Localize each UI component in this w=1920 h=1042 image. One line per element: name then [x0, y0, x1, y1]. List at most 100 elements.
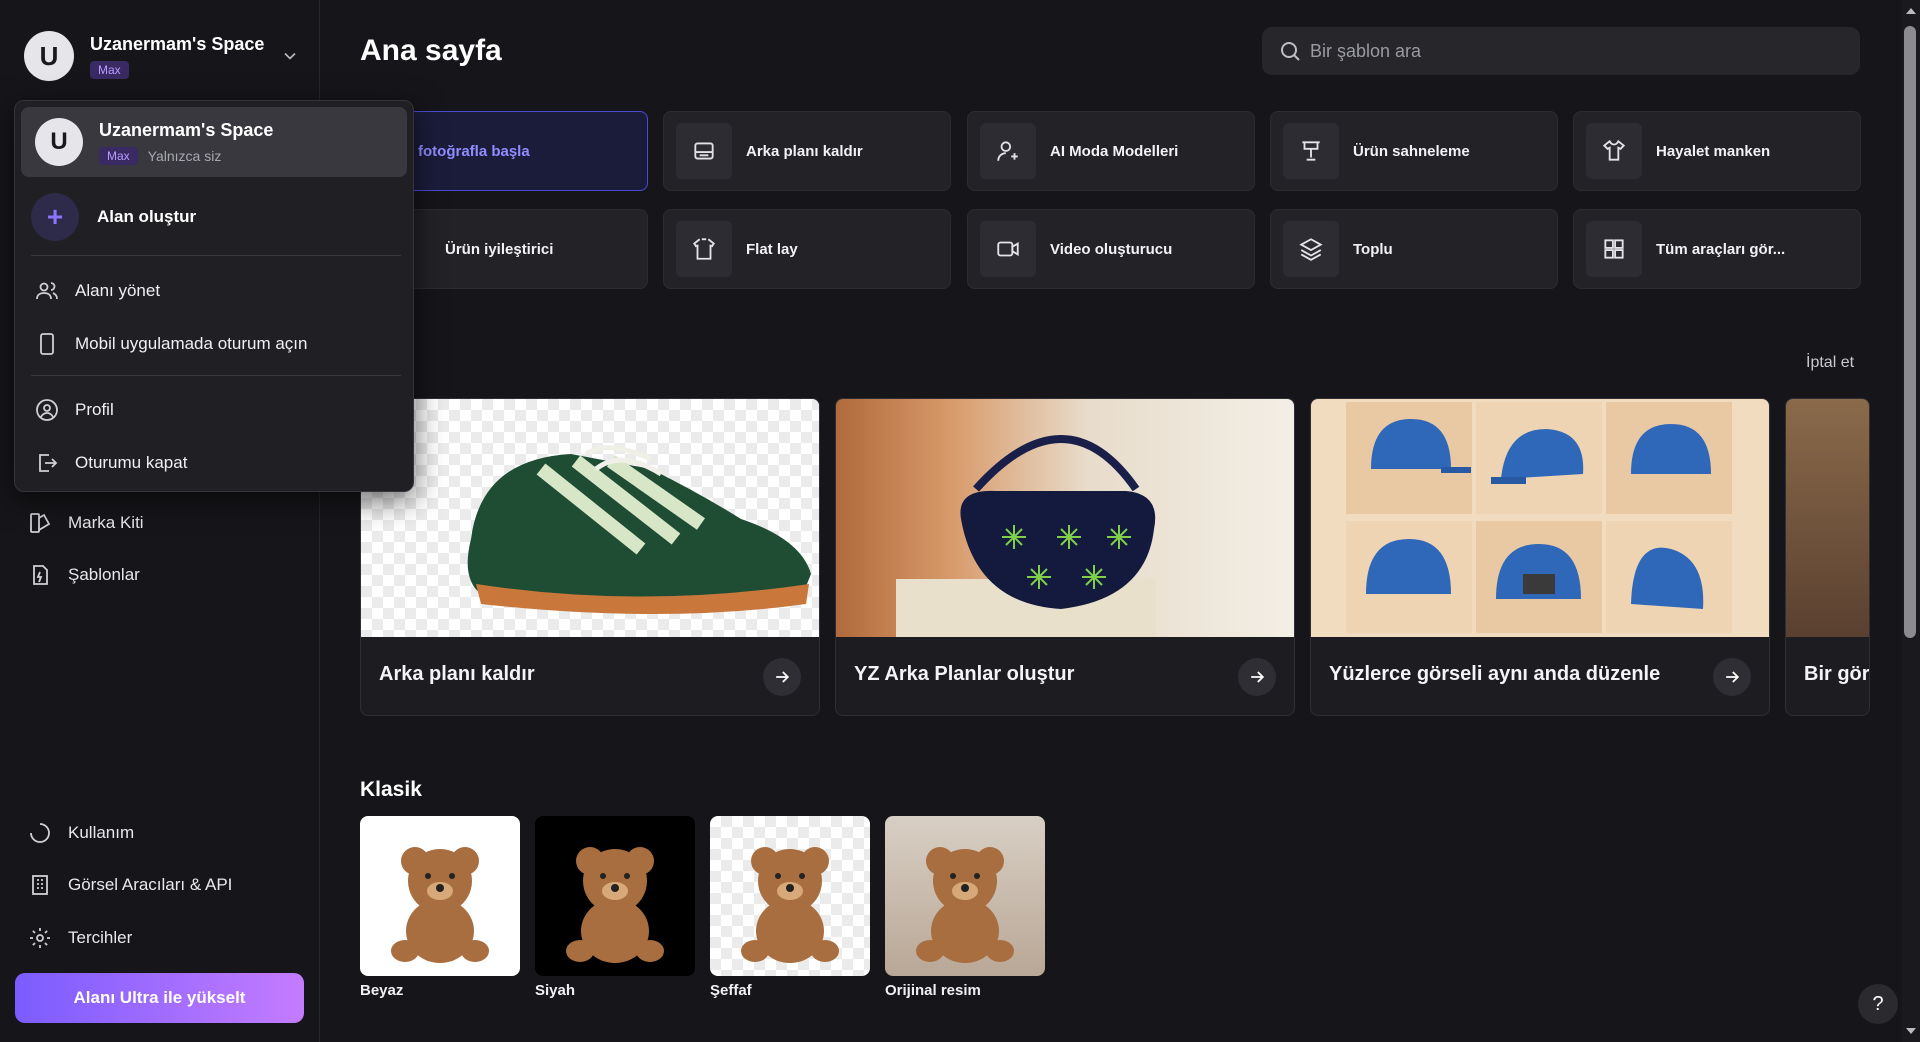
- tool-ghost-mannequin[interactable]: Hayalet manken: [1573, 111, 1861, 191]
- templates-icon: [33, 565, 48, 585]
- arrow-right-icon[interactable]: [1238, 658, 1276, 696]
- gear-icon: [30, 928, 50, 948]
- teddy-bear-illustration: [391, 847, 489, 963]
- classic-label-black: Siyah: [535, 982, 576, 999]
- teddy-bear-illustration: [566, 847, 664, 963]
- sidebar-item-preferences[interactable]: Tercihler: [28, 926, 132, 950]
- handbag-illustration: [896, 435, 1156, 637]
- avatar: U: [35, 118, 83, 166]
- tool-icon-box: [980, 221, 1036, 277]
- menu-item-label: Mobil uygulamada oturum açın: [75, 334, 308, 353]
- tool-label: Video oluşturucu: [1050, 240, 1173, 258]
- sneaker-illustration: [467, 445, 811, 614]
- menu-item-mobile-login[interactable]: Mobil uygulamada oturum açın: [35, 332, 307, 356]
- users-icon: [36, 282, 58, 300]
- card-remove-background[interactable]: Arka planı kaldır: [360, 398, 820, 716]
- members-text: Yalnızca siz: [147, 147, 222, 164]
- space-info: Uzanermam's Space Max: [90, 34, 280, 79]
- scrollbar-thumb[interactable]: [1904, 26, 1916, 638]
- classic-thumb-transparent[interactable]: [710, 816, 870, 976]
- staging-icon: [1302, 141, 1320, 161]
- space-dropdown-menu: U Uzanermam's Space Max Yalnızca siz + A…: [14, 100, 414, 492]
- sidebar-item-brand-kit[interactable]: Marka Kiti: [28, 511, 144, 535]
- sidebar-item-label: Kullanım: [68, 823, 135, 842]
- tool-icon-box: [980, 123, 1036, 179]
- tool-ai-fashion-models[interactable]: AI Moda Modelleri: [967, 111, 1255, 191]
- classic-label-transparent: Şeffaf: [710, 982, 752, 999]
- space-name: Uzanermam's Space: [90, 33, 265, 54]
- help-button[interactable]: ?: [1858, 984, 1898, 1024]
- menu-item-manage-space[interactable]: Alanı yönet: [35, 279, 160, 303]
- tool-product-staging[interactable]: Ürün sahneleme: [1270, 111, 1558, 191]
- teddy-bear-illustration: [741, 847, 839, 963]
- tool-icon-box: [1283, 123, 1339, 179]
- tool-flat-lay[interactable]: Flat lay: [663, 209, 951, 289]
- create-space-button[interactable]: + Alan oluştur: [31, 193, 196, 241]
- brand-kit-icon: [30, 513, 51, 533]
- menu-item-profile[interactable]: Profil: [35, 398, 114, 422]
- tool-label: Toplu: [1353, 240, 1393, 258]
- search-input[interactable]: [1310, 40, 1810, 62]
- tool-label: Flat lay: [746, 240, 798, 258]
- sidebar-item-label: Tercihler: [68, 928, 133, 947]
- card-batch-edit[interactable]: Yüzlerce görseli aynı anda düzenle: [1310, 398, 1770, 716]
- tool-icon-box: [676, 123, 732, 179]
- current-space-name: Uzanermam's Space: [99, 119, 274, 140]
- eraser-icon: [694, 142, 714, 160]
- card-ai-backgrounds[interactable]: YZ Arka Planlar oluştur: [835, 398, 1295, 716]
- arrow-right-icon[interactable]: [763, 658, 801, 696]
- tool-label: Arka planı kaldır: [746, 142, 863, 160]
- search-bar[interactable]: [1262, 27, 1860, 75]
- tool-label: AI Moda Modelleri: [1050, 142, 1179, 160]
- scroll-up-arrow-icon[interactable]: [1906, 8, 1916, 14]
- classic-thumb-white[interactable]: [360, 816, 520, 976]
- building-icon: [32, 875, 48, 895]
- cancel-link[interactable]: İptal et: [1806, 354, 1854, 372]
- profile-icon: [36, 399, 58, 421]
- caps-grid-image: [1311, 399, 1769, 637]
- sidebar-item-templates[interactable]: Şablonlar: [28, 563, 140, 587]
- current-space-sub: Max Yalnızca siz: [99, 146, 407, 165]
- sidebar-item-usage[interactable]: Kullanım: [28, 821, 134, 845]
- current-space-item[interactable]: U Uzanermam's Space Max Yalnızca siz: [21, 107, 407, 177]
- tool-video-creator[interactable]: Video oluşturucu: [967, 209, 1255, 289]
- plus-icon: +: [31, 193, 79, 241]
- scroll-down-arrow-icon[interactable]: [1906, 1028, 1916, 1034]
- card-label: YZ Arka Planlar oluştur: [854, 663, 1075, 685]
- upgrade-button[interactable]: Alanı Ultra ile yükselt: [15, 973, 304, 1023]
- plan-badge: Max: [90, 60, 129, 79]
- classic-section-title: Klasik: [360, 778, 422, 801]
- current-space-info: Uzanermam's Space Max Yalnızca siz: [99, 120, 407, 165]
- shirt-icon: [1602, 139, 1626, 161]
- tool-icon-box: [1586, 123, 1642, 179]
- search-icon: [1281, 42, 1300, 61]
- tool-remove-background[interactable]: Arka planı kaldır: [663, 111, 951, 191]
- menu-item-label: Profil: [75, 400, 114, 419]
- menu-item-label: Oturumu kapat: [75, 453, 188, 472]
- divider: [31, 375, 401, 376]
- caps-illustration: [1346, 402, 1732, 633]
- tool-batch[interactable]: Toplu: [1270, 209, 1558, 289]
- grid-icon: [1604, 239, 1624, 259]
- menu-item-logout[interactable]: Oturumu kapat: [35, 451, 187, 475]
- tool-label: Ürün iyileştirici: [445, 240, 554, 258]
- layers-icon: [1299, 238, 1323, 261]
- divider: [31, 255, 401, 256]
- card-partial[interactable]: Bir görs: [1785, 398, 1870, 716]
- classic-label-white: Beyaz: [360, 982, 404, 999]
- model-icon: [997, 141, 1018, 161]
- sidebar-item-label: Şablonlar: [68, 565, 140, 584]
- space-switcher[interactable]: U Uzanermam's Space Max: [24, 30, 300, 82]
- phone-icon: [40, 333, 54, 355]
- classic-thumb-black[interactable]: [535, 816, 695, 976]
- page-title: Ana sayfa: [360, 34, 502, 67]
- sidebar-item-api[interactable]: Görsel Aracıları & API: [28, 873, 232, 897]
- arrow-right-icon[interactable]: [1713, 658, 1751, 696]
- chevron-down-icon: [284, 52, 296, 60]
- partial-card-image: [1786, 399, 1869, 637]
- sneaker-image: [361, 399, 819, 637]
- tool-see-all[interactable]: Tüm araçları gör...: [1573, 209, 1861, 289]
- card-label: Bir görs: [1804, 663, 1870, 685]
- tool-label: Tüm araçları gör...: [1656, 240, 1786, 258]
- classic-thumb-original[interactable]: [885, 816, 1045, 976]
